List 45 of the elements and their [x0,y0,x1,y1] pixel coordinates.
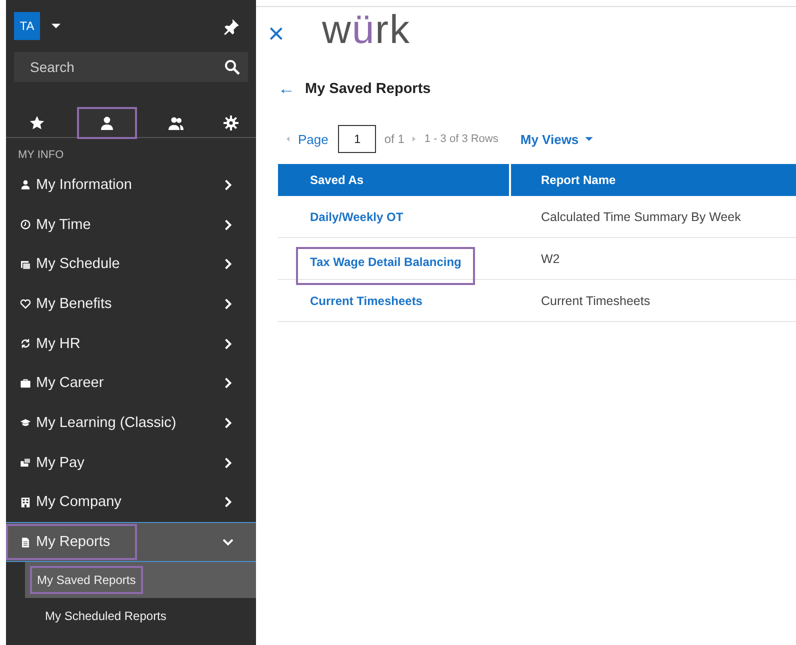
nav-item[interactable]: My Benefits [6,284,256,324]
nav-label[interactable]: My Information [36,176,132,193]
nav-label[interactable]: My Benefits [36,296,112,312]
table-cell: Calculated Time Summary By Week [541,210,741,224]
nav-label[interactable]: My Pay [36,454,84,471]
report-link[interactable]: Tax Wage Detail Balancing [298,248,474,282]
page-count: of 1 [384,132,404,146]
avatar-badge[interactable]: TA [14,12,40,40]
nav-label[interactable]: My Learning (Classic) [36,414,176,431]
logo-text: rk [375,8,410,52]
nav-label[interactable]: My Career [36,375,104,392]
nav-item[interactable]: My Schedule [6,244,256,284]
search-field[interactable]: Search [14,52,248,82]
logo-text: w [322,8,352,52]
nav-item[interactable]: My Learning (Classic) [6,403,256,443]
submenu-item[interactable]: My Saved Reports [31,567,142,594]
search-input[interactable]: Search [28,58,224,76]
column-header[interactable]: Report Name [511,164,616,196]
section-label: MY INFO [17,148,65,163]
report-link[interactable]: Current Timesheets [310,294,422,308]
table-cell: W2 [541,252,560,266]
nav-label[interactable]: My Time [36,216,91,233]
nav-item[interactable]: My HR [6,324,256,364]
nav-item[interactable]: My Information [6,165,256,205]
submenu-item[interactable]: My Scheduled Reports [39,603,172,630]
nav-label[interactable]: My Company [36,494,122,510]
nav-label[interactable]: My Schedule [36,256,120,272]
nav-item[interactable]: My Reports [6,522,256,562]
nav-item[interactable]: My Time [6,204,256,244]
nav-label[interactable]: My Reports [36,534,110,550]
report-link[interactable]: Daily/Weekly OT [310,210,404,224]
nav-item[interactable]: My Career [6,363,256,404]
close-button[interactable]: × [268,12,322,48]
nav-item[interactable]: My Company [6,482,256,522]
table-cell: Current Timesheets [541,294,650,308]
page-input[interactable]: 1 [338,125,376,153]
column-header[interactable]: Saved As [278,164,511,196]
page-label: Page [298,132,328,146]
views-dropdown[interactable]: My Views [520,132,594,146]
nav-item[interactable]: My Pay [6,442,256,482]
logo-text: ü [352,8,376,52]
back-button[interactable]: ← [278,79,295,99]
nav-label[interactable]: My HR [36,336,80,352]
row-count: 1 - 3 of 3 Rows [424,133,498,145]
page-title: My Saved Reports [305,81,431,97]
